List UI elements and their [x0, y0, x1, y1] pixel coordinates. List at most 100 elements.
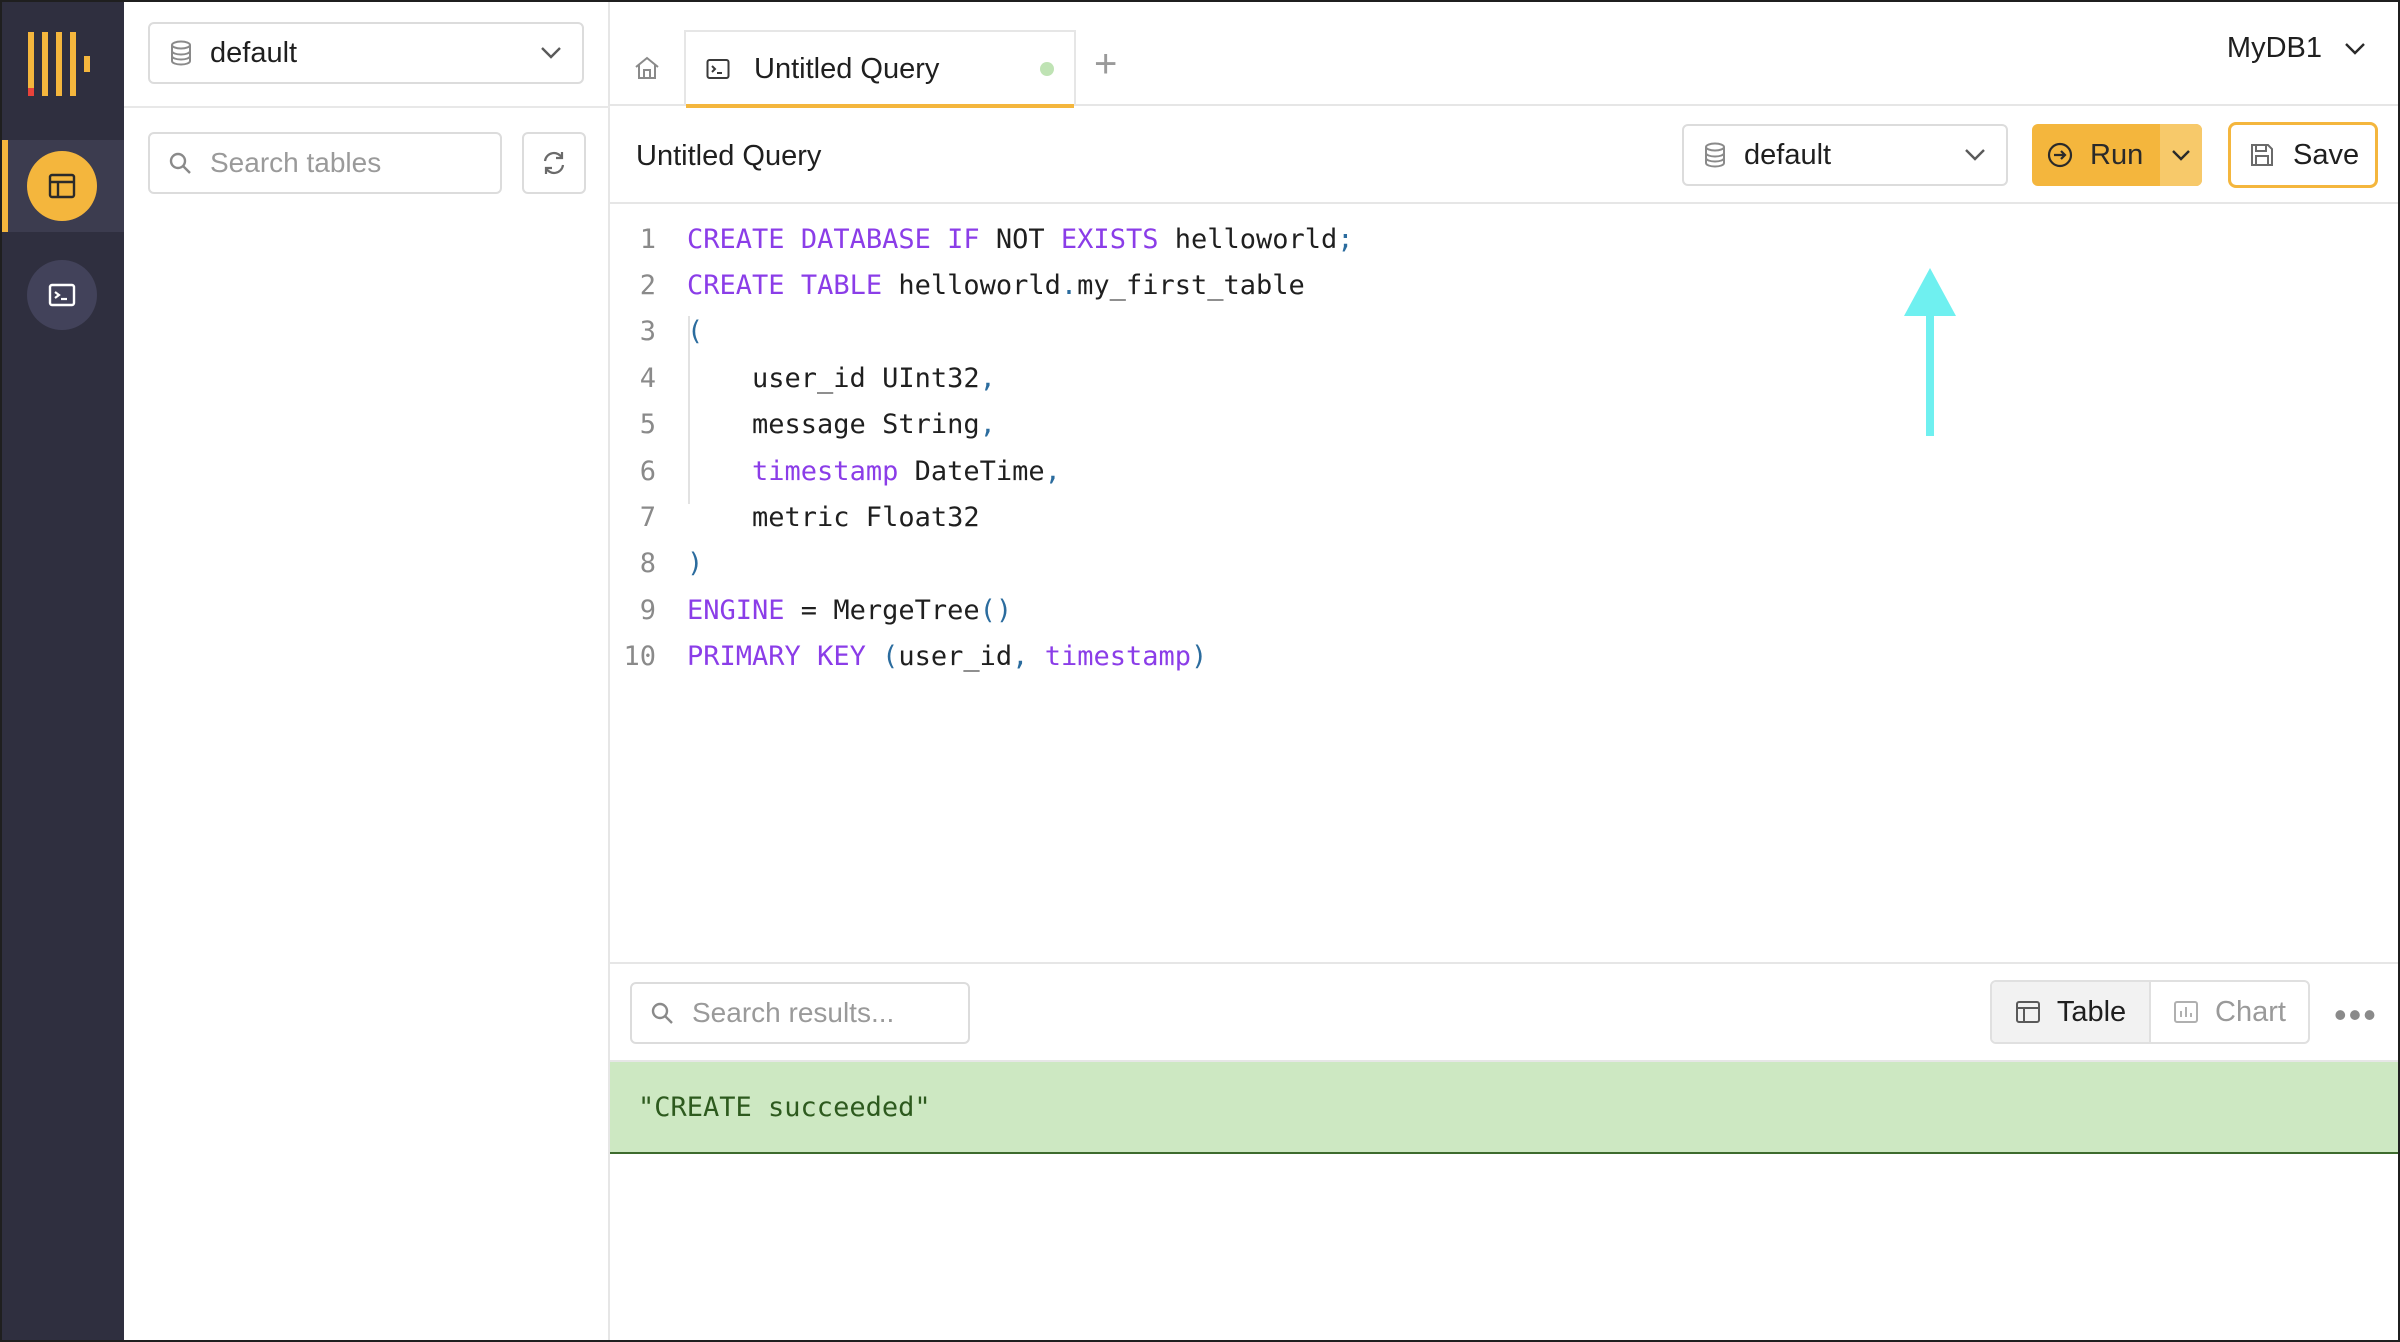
- punctuation-token: ,: [1012, 641, 1029, 673]
- text-token: DateTime: [898, 455, 1045, 487]
- keyword-token: ENGINE: [687, 594, 785, 626]
- database-icon: [171, 40, 191, 66]
- search-icon: [169, 152, 191, 174]
- punctuation-token: .: [1060, 269, 1078, 301]
- tab-bar: Untitled Query + MyDB1: [610, 0, 2400, 108]
- run-options-button[interactable]: [2160, 124, 2202, 186]
- punctuation-token: ): [687, 548, 704, 580]
- code-line[interactable]: 5 message String,: [610, 402, 2400, 448]
- terminal-icon: [706, 59, 730, 79]
- result-message: "CREATE succeeded": [610, 1062, 2400, 1154]
- text-token: metric Float32: [687, 501, 980, 533]
- keyword-token: EXISTS: [1060, 223, 1159, 255]
- line-number: 10: [623, 641, 656, 673]
- search-tables-placeholder: Search tables: [210, 147, 382, 178]
- save-icon: [2251, 144, 2273, 166]
- code-text: (: [687, 316, 703, 347]
- line-number: 4: [639, 362, 656, 394]
- home-icon: [635, 56, 659, 79]
- code-line[interactable]: 4 user_id UInt32,: [610, 355, 2400, 401]
- view-chart-button[interactable]: Chart: [2151, 982, 2308, 1042]
- code-text: CREATE DATABASE IF NOT EXISTS helloworld…: [687, 224, 1354, 255]
- tables-sidebar: default Search tables: [124, 0, 610, 1342]
- chevron-down-icon: [2172, 150, 2190, 161]
- code-line[interactable]: 7 metric Float32: [610, 494, 2400, 540]
- line-number: 5: [639, 409, 656, 441]
- nav-queries-button[interactable]: [27, 260, 97, 330]
- code-line[interactable]: 2 CREATE TABLE helloworld.my_first_table: [610, 262, 2400, 308]
- service-selector[interactable]: MyDB1: [2227, 32, 2366, 65]
- view-chart-label: Chart: [2215, 995, 2286, 1028]
- save-label: Save: [2293, 138, 2360, 171]
- database-icon: [1705, 142, 1725, 168]
- results-view-toggle: Table Chart: [1990, 980, 2310, 1044]
- code-line[interactable]: 9 ENGINE = MergeTree(): [610, 587, 2400, 633]
- line-number: 6: [639, 455, 656, 487]
- text-token: NOT: [979, 223, 1061, 255]
- tab-home[interactable]: [610, 30, 686, 106]
- table-icon: [2015, 1001, 2040, 1023]
- code-text: user_id UInt32,: [687, 363, 996, 394]
- more-options-icon[interactable]: •••: [2334, 994, 2378, 1036]
- keyword-token: DATABASE: [800, 223, 931, 255]
- line-number: 9: [639, 594, 656, 626]
- line-number: 8: [639, 548, 656, 580]
- code-line[interactable]: 10 PRIMARY KEY (user_id, timestamp): [610, 634, 2400, 680]
- search-icon: [651, 1002, 673, 1024]
- run-button[interactable]: Run: [2032, 124, 2160, 186]
- code-line[interactable]: 1 CREATE DATABASE IF NOT EXISTS helloworl…: [610, 216, 2400, 262]
- nav-rail: [0, 0, 124, 1342]
- query-toolbar: Untitled Query default Run Save: [610, 106, 2400, 204]
- line-number: 7: [639, 501, 656, 533]
- punctuation-token: ;: [1337, 223, 1354, 255]
- code-text: ): [687, 548, 703, 579]
- query-database-select[interactable]: default: [1682, 124, 2008, 186]
- chart-icon: [2174, 1001, 2199, 1023]
- terminal-icon: [48, 283, 76, 307]
- keyword-token: CREATE: [687, 223, 785, 255]
- code-line[interactable]: 3(: [610, 309, 2400, 355]
- line-number: 3: [639, 316, 656, 348]
- text-token: helloworld: [882, 269, 1061, 301]
- search-tables-input[interactable]: Search tables: [148, 132, 502, 194]
- text-token: user_id UInt32: [687, 362, 980, 394]
- code-line[interactable]: 6 timestamp DateTime,: [610, 448, 2400, 494]
- code-line[interactable]: 8): [610, 541, 2400, 587]
- chevron-down-icon: [1965, 149, 1985, 161]
- sql-editor[interactable]: 1 CREATE DATABASE IF NOT EXISTS helloworl…: [610, 204, 2400, 964]
- refresh-tables-button[interactable]: [522, 132, 586, 194]
- sidebar-divider: [124, 106, 610, 108]
- nav-tables-button[interactable]: [27, 151, 97, 221]
- punctuation-token: (: [882, 641, 899, 673]
- keyword-token: TABLE: [800, 269, 883, 301]
- query-database-label: default: [1744, 138, 1832, 171]
- keyword-token: timestamp: [1044, 641, 1192, 673]
- tab-untitled-query[interactable]: Untitled Query: [686, 30, 1076, 108]
- sidebar-database-select[interactable]: default: [148, 22, 584, 84]
- punctuation-token: (): [979, 594, 1013, 626]
- keyword-token: IF: [947, 223, 980, 255]
- text-token: user_id: [898, 641, 1013, 673]
- nav-active-indicator: [0, 140, 8, 232]
- code-text: ENGINE = MergeTree(): [687, 595, 1012, 626]
- chevron-down-icon: [2345, 42, 2365, 55]
- run-label: Run: [2090, 138, 2144, 171]
- run-icon: [2047, 142, 2073, 168]
- punctuation-token: ,: [1044, 455, 1061, 487]
- line-number: 2: [639, 269, 656, 301]
- query-title[interactable]: Untitled Query: [636, 140, 821, 173]
- save-button[interactable]: Save: [2228, 122, 2378, 188]
- punctuation-token: ): [1191, 641, 1208, 673]
- search-results-input[interactable]: Search results...: [630, 982, 970, 1044]
- clickhouse-logo[interactable]: [28, 32, 98, 96]
- keyword-token: timestamp: [752, 455, 899, 487]
- view-table-button[interactable]: Table: [1992, 982, 2151, 1042]
- add-tab-button[interactable]: +: [1094, 44, 1117, 84]
- refresh-icon: [543, 151, 565, 175]
